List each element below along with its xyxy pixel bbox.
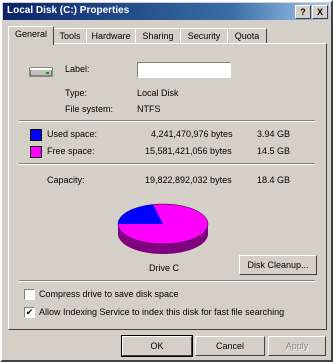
compress-label: Compress drive to save disk space <box>39 289 179 299</box>
index-label: Allow Indexing Service to index this dis… <box>39 307 285 317</box>
used-space-caption: Used space: <box>47 129 98 139</box>
type-value: Local Disk <box>137 88 179 98</box>
capacity-caption: Capacity: <box>47 175 85 185</box>
used-space-size: 3.94 GB <box>257 129 291 139</box>
drive-icon <box>29 67 53 77</box>
capacity-size: 18.4 GB <box>257 175 291 185</box>
tab-security[interactable]: Security <box>180 28 228 44</box>
dialog-title: Local Disk (C:) Properties <box>7 5 130 16</box>
divider <box>19 120 315 122</box>
disk-usage-pie <box>117 203 209 254</box>
divider <box>19 280 315 282</box>
free-space-swatch <box>30 146 42 158</box>
divider <box>19 163 315 165</box>
ok-button[interactable]: OK <box>121 335 193 357</box>
tab-general[interactable]: General <box>8 26 54 45</box>
close-button[interactable]: X <box>312 5 328 19</box>
type-caption: Type: <box>65 88 88 98</box>
disk-cleanup-button[interactable]: Disk Cleanup... <box>239 255 317 275</box>
index-checkbox[interactable]: ✔ <box>24 307 35 318</box>
used-space-bytes: 4,241,470,976 bytes <box>151 129 233 139</box>
general-panel: Label: Type: Local Disk File system: NTF… <box>8 43 327 330</box>
free-space-caption: Free space: <box>47 146 95 156</box>
free-space-size: 14.5 GB <box>257 146 291 156</box>
properties-dialog: Local Disk (C:) Properties ? X General T… <box>0 0 333 362</box>
drive-label: Drive C <box>149 263 180 273</box>
fs-caption: File system: <box>65 104 114 114</box>
free-space-bytes: 15,581,421,056 bytes <box>145 146 232 156</box>
apply-button[interactable]: Apply <box>268 336 326 356</box>
compress-checkbox[interactable] <box>24 289 35 300</box>
label-caption: Label: <box>65 64 90 74</box>
title-bar[interactable]: Local Disk (C:) Properties ? X <box>3 3 329 20</box>
used-space-swatch <box>30 129 42 141</box>
tab-sharing[interactable]: Sharing <box>135 28 181 44</box>
cancel-button[interactable]: Cancel <box>195 336 265 356</box>
tab-quota[interactable]: Quota <box>227 28 267 44</box>
fs-value: NTFS <box>137 104 161 114</box>
help-button[interactable]: ? <box>295 5 311 19</box>
volume-label-input[interactable] <box>137 62 231 78</box>
checkmark-icon: ✔ <box>25 307 34 317</box>
capacity-bytes: 19,822,892,032 bytes <box>145 175 232 185</box>
tab-hardware[interactable]: Hardware <box>86 28 136 44</box>
tab-tools[interactable]: Tools <box>53 28 87 44</box>
